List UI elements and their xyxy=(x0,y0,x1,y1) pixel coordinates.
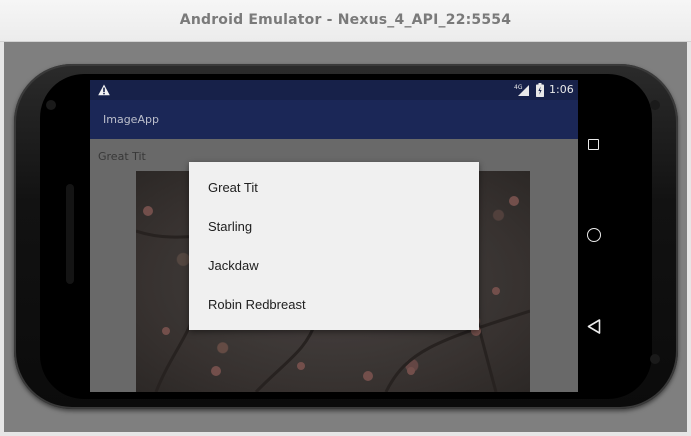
dialog-item-robin-redbreast[interactable]: Robin Redbreast xyxy=(189,285,479,324)
device-screen: 4G 1:06 ImageApp Great Tit Great Tit Sta… xyxy=(90,80,611,392)
battery-icon xyxy=(536,83,544,97)
dialog-item-great-tit[interactable]: Great Tit xyxy=(189,168,479,207)
dialog-item-label: Great Tit xyxy=(208,180,258,195)
status-time: 1:06 xyxy=(549,83,574,96)
sensor-icon xyxy=(650,354,660,364)
recents-icon[interactable] xyxy=(588,139,599,150)
camera-icon xyxy=(46,100,56,110)
signal-icon: 4G xyxy=(514,84,529,96)
home-icon[interactable] xyxy=(587,228,601,242)
dialog-item-label: Starling xyxy=(208,219,253,234)
status-bar: 4G 1:06 xyxy=(90,80,578,100)
navigation-bar xyxy=(578,80,611,392)
speaker-grille xyxy=(66,184,74,284)
sensor-icon xyxy=(650,100,660,110)
window-title: Android Emulator - Nexus_4_API_22:5554 xyxy=(179,12,512,28)
warning-icon xyxy=(98,84,110,96)
emulator-titlebar: Android Emulator - Nexus_4_API_22:5554 xyxy=(0,0,691,42)
dialog-item-label: Jackdaw xyxy=(208,258,259,273)
dialog-item-jackdaw[interactable]: Jackdaw xyxy=(189,246,479,285)
dialog-item-starling[interactable]: Starling xyxy=(189,207,479,246)
back-icon[interactable] xyxy=(587,319,601,334)
dialog-item-label: Robin Redbreast xyxy=(208,297,306,312)
bird-selection-dialog: Great Tit Starling Jackdaw Robin Redbrea… xyxy=(189,162,479,330)
network-type-label: 4G xyxy=(514,84,523,91)
